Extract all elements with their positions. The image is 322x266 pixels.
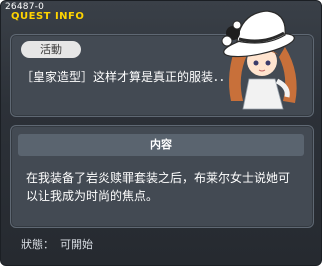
npc-portrait: [221, 10, 297, 110]
status-value: 可開始: [60, 238, 93, 251]
quest-type-badge: 活動: [21, 41, 81, 58]
npc-hat: [236, 10, 286, 44]
content-section-header: 内容: [18, 134, 304, 156]
quest-status: 狀態： 可開始: [21, 238, 93, 252]
quest-name: ［皇家造型］这样才算是真正的服装．．: [21, 70, 232, 84]
quest-description: 在我装备了岩炎赎罪套装之后，布莱尔女士说她可以让我成为时尚的焦点。: [26, 171, 291, 203]
quest-info-window: 26487-0 QUEST INFO 活動 ［皇家造型］这样才算是真正的服装．．…: [0, 0, 322, 266]
window-title: QUEST INFO: [11, 11, 85, 22]
status-label: 狀態：: [21, 238, 54, 251]
